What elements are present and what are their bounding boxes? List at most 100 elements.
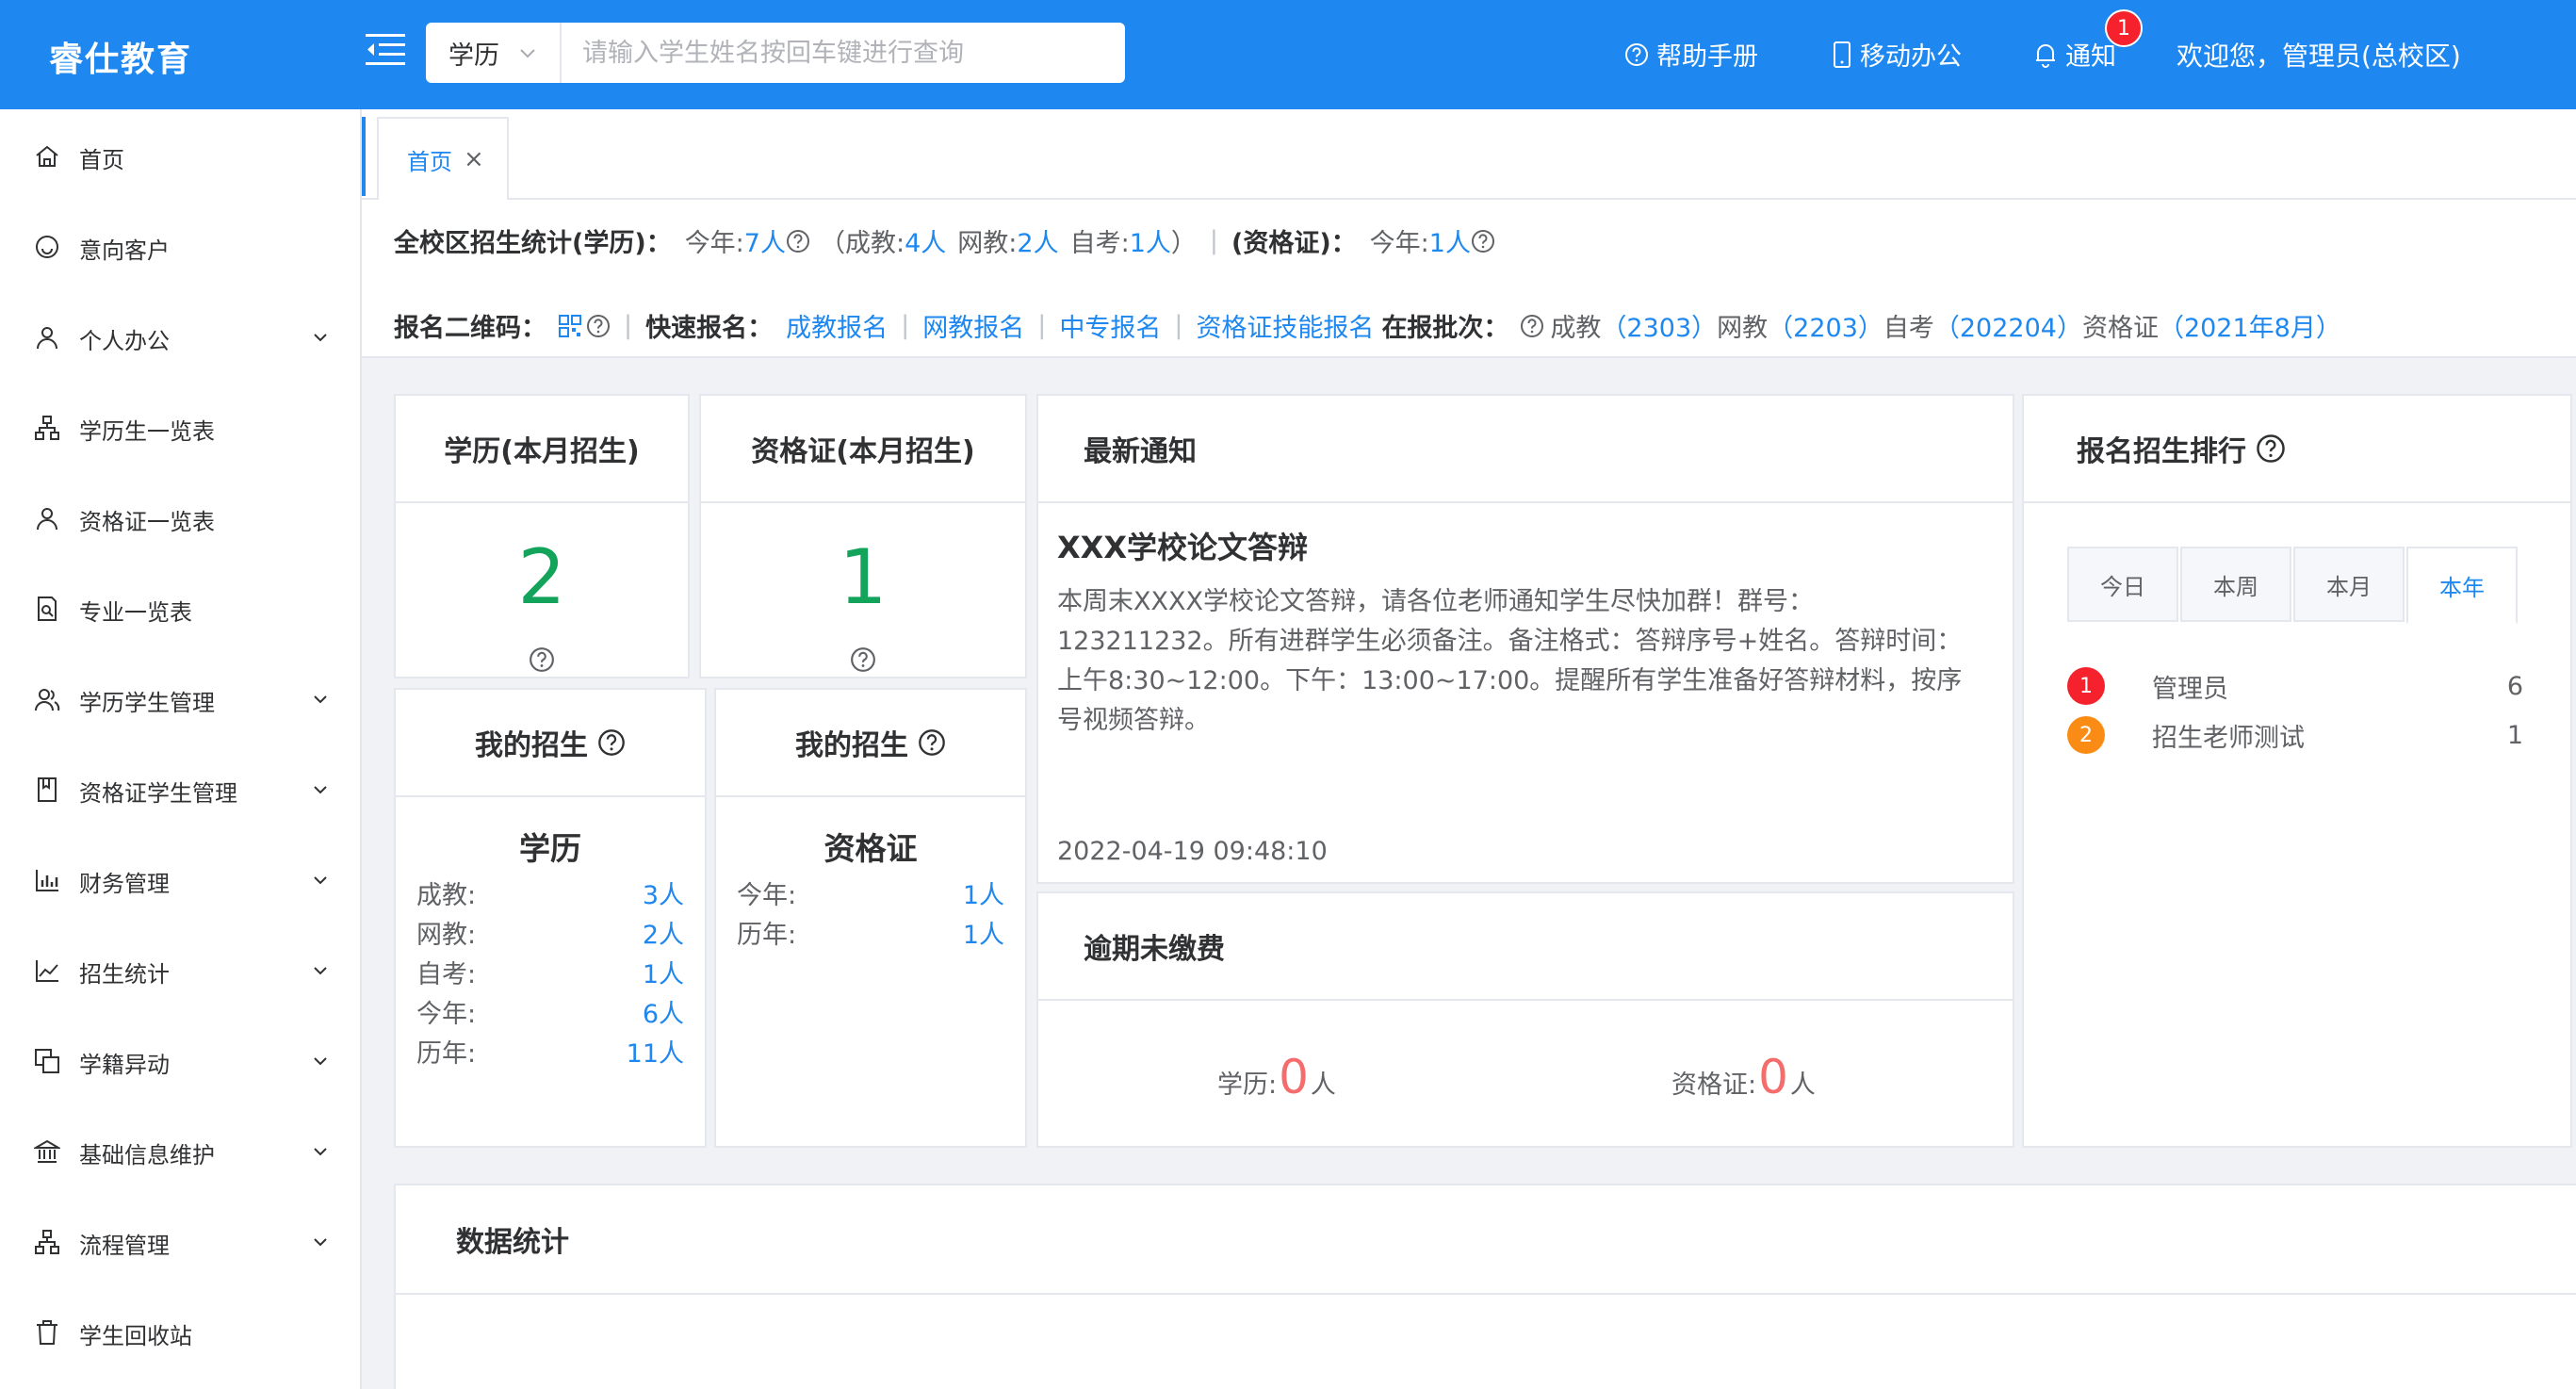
my-edu-row-label: 历年: bbox=[416, 1039, 477, 1069]
sidebar-item-11[interactable]: 基础信息维护 bbox=[0, 1104, 362, 1195]
notice-head: 最新通知 bbox=[1038, 396, 2013, 503]
tabs-bar: 首页 × bbox=[362, 109, 2576, 200]
mobile-office-link[interactable]: 移动办公 bbox=[1832, 36, 1962, 73]
summary-year-value[interactable]: 7人 bbox=[744, 222, 786, 259]
welcome-user[interactable]: 欢迎您，管理员(总校区) bbox=[2177, 36, 2461, 74]
tab-home[interactable]: 首页 × bbox=[377, 117, 509, 200]
summary-self-value[interactable]: 1人 bbox=[1130, 222, 1171, 259]
batch-online-label: 网教 bbox=[1717, 314, 1769, 343]
quick-link-online[interactable]: 网教报名 bbox=[922, 307, 1024, 344]
question-circle-icon bbox=[587, 314, 610, 337]
overdue-cert-label: 资格证: bbox=[1671, 1070, 1757, 1100]
sidebar-item-13[interactable]: 学生回收站 bbox=[0, 1285, 362, 1376]
sidebar: 首页意向客户 个人办公 学历生一览表 资格证一览表专业一览表学历学生管理资格证学生管理… bbox=[0, 109, 362, 1389]
my-edu-row-value[interactable]: 11人 bbox=[627, 1033, 684, 1070]
my-cert-row-value[interactable]: 1人 bbox=[963, 874, 1004, 911]
bank-icon bbox=[34, 1139, 60, 1163]
question-circle-icon bbox=[1521, 314, 1544, 337]
chevron-down-icon bbox=[314, 876, 327, 885]
menu-fold-icon[interactable] bbox=[366, 34, 405, 66]
summary-cert-year-value[interactable]: 1人 bbox=[1429, 222, 1471, 259]
rank-number-badge: 1 bbox=[2067, 667, 2105, 705]
sidebar-item-label: 专业一览表 bbox=[79, 598, 192, 626]
smile-icon bbox=[36, 235, 58, 258]
my-cert-title: 我的招生 bbox=[795, 729, 908, 762]
chevron-down-icon bbox=[520, 49, 535, 58]
ranking-tab-3[interactable]: 本年 bbox=[2406, 547, 2518, 624]
qr-code-icon[interactable] bbox=[558, 314, 582, 338]
sidebar-item-2[interactable]: 个人办公 bbox=[0, 290, 362, 381]
sidebar-item-10[interactable]: 学籍异动 bbox=[0, 1014, 362, 1104]
batch-adult-label: 成教 bbox=[1550, 314, 1602, 343]
summary-row-1: 全校区招生统计(学历)： 今年: 7人 （成教: 4人 网教: 2人 自考: 1… bbox=[394, 222, 1495, 259]
quick-link-secondary[interactable]: 中专报名 bbox=[1059, 307, 1161, 344]
sidebar-item-0[interactable]: 首页 bbox=[0, 109, 362, 200]
sidebar-item-6[interactable]: 学历学生管理 bbox=[0, 652, 362, 743]
my-edu-title: 我的招生 bbox=[475, 729, 588, 762]
question-circle-icon[interactable] bbox=[850, 646, 876, 673]
my-edu-row-label: 成教: bbox=[416, 881, 477, 910]
ranking-tab-1[interactable]: 本周 bbox=[2180, 547, 2291, 622]
sidebar-item-7[interactable]: 资格证学生管理 bbox=[0, 743, 362, 833]
question-circle-icon[interactable] bbox=[2256, 433, 2286, 464]
chevron-down-icon bbox=[314, 1148, 327, 1156]
sidebar-item-label: 首页 bbox=[79, 147, 124, 173]
ranking-row: 1 管理员 6 bbox=[2067, 667, 2523, 705]
sidebar-item-4[interactable]: 资格证一览表 bbox=[0, 471, 362, 562]
summary-online-label: 网教: bbox=[957, 229, 1018, 258]
notice-title[interactable]: XXX学校论文答辩 bbox=[1057, 524, 1308, 567]
summary-cert-year-label: 今年: bbox=[1369, 229, 1429, 258]
help-manual-link[interactable]: 帮助手册 bbox=[1624, 36, 1758, 73]
enrollment-summary: 全校区招生统计(学历)： 今年: 7人 （成教: 4人 网教: 2人 自考: 1… bbox=[362, 200, 2576, 358]
question-circle-icon[interactable] bbox=[529, 646, 555, 673]
my-cert-row: 今年: 1人 bbox=[737, 874, 1004, 911]
sidebar-item-9[interactable]: 招生统计 bbox=[0, 923, 362, 1014]
sidebar-item-label: 学籍异动 bbox=[79, 1051, 170, 1078]
divider: | bbox=[624, 311, 633, 340]
student-search-input[interactable] bbox=[562, 25, 1125, 81]
question-circle-icon[interactable] bbox=[918, 728, 946, 757]
sitemap-icon bbox=[35, 415, 59, 440]
batch-cert-label: 资格证 bbox=[2081, 314, 2159, 343]
sidebar-item-label: 流程管理 bbox=[79, 1232, 170, 1259]
divider: | bbox=[1037, 311, 1047, 340]
search-type-select[interactable]: 学历 bbox=[426, 23, 562, 83]
notification-link[interactable]: 通知 bbox=[2033, 36, 2116, 73]
summary-adult-value[interactable]: 4人 bbox=[905, 222, 946, 259]
my-edu-row-value[interactable]: 1人 bbox=[643, 954, 684, 990]
ranking-tab-0[interactable]: 今日 bbox=[2067, 547, 2178, 622]
notice-body: 本周末XXXX学校论文答辩，请各位老师通知学生尽快加群！群号：123211232… bbox=[1057, 587, 1963, 735]
my-edu-row-value[interactable]: 3人 bbox=[643, 874, 684, 911]
sidebar-item-1[interactable]: 意向客户 bbox=[0, 200, 362, 290]
app-logo: 睿仕教育 bbox=[49, 41, 193, 79]
my-edu-subtitle: 学历 bbox=[519, 830, 581, 867]
divider: | bbox=[1209, 226, 1218, 255]
summary-online-value[interactable]: 2人 bbox=[1017, 222, 1058, 259]
my-edu-row-value[interactable]: 2人 bbox=[643, 914, 684, 951]
my-edu-row-value[interactable]: 6人 bbox=[643, 993, 684, 1030]
bell-icon bbox=[2036, 43, 2055, 68]
overdue-cert-value[interactable]: 0 bbox=[1758, 1050, 1788, 1104]
quick-link-adult[interactable]: 成教报名 bbox=[786, 307, 888, 344]
ranking-tab-2[interactable]: 本月 bbox=[2293, 547, 2405, 622]
quick-link-cert[interactable]: 资格证技能报名 bbox=[1196, 307, 1374, 344]
sidebar-item-3[interactable]: 学历生一览表 bbox=[0, 381, 362, 471]
batch-adult-value[interactable]: （2303） bbox=[1601, 307, 1717, 344]
sidebar-item-12[interactable]: 流程管理 bbox=[0, 1195, 362, 1285]
chevron-down-icon bbox=[314, 334, 327, 342]
sidebar-item-label: 基础信息维护 bbox=[79, 1141, 215, 1168]
home-icon bbox=[36, 145, 58, 167]
ranking-card: 报名招生排行 今日 本周 本月 本年 1 管理员 6 2 招生老师测试 1 bbox=[2022, 394, 2572, 1148]
question-circle-icon[interactable] bbox=[597, 728, 626, 757]
sidebar-item-label: 资格证学生管理 bbox=[79, 779, 237, 807]
sidebar-item-5[interactable]: 专业一览表 bbox=[0, 562, 362, 652]
quick-signup-label: 快速报名： bbox=[645, 314, 774, 343]
search-box: 学历 bbox=[426, 23, 1125, 83]
my-cert-row-value[interactable]: 1人 bbox=[963, 914, 1004, 951]
batch-online-value[interactable]: （2203） bbox=[1768, 307, 1883, 344]
overdue-edu-value[interactable]: 0 bbox=[1279, 1050, 1309, 1104]
sidebar-item-8[interactable]: 财务管理 bbox=[0, 833, 362, 923]
batch-cert-value[interactable]: （2021年8月） bbox=[2159, 307, 2341, 344]
close-icon[interactable]: × bbox=[464, 145, 484, 173]
batch-self-value[interactable]: （202204） bbox=[1934, 307, 2082, 344]
